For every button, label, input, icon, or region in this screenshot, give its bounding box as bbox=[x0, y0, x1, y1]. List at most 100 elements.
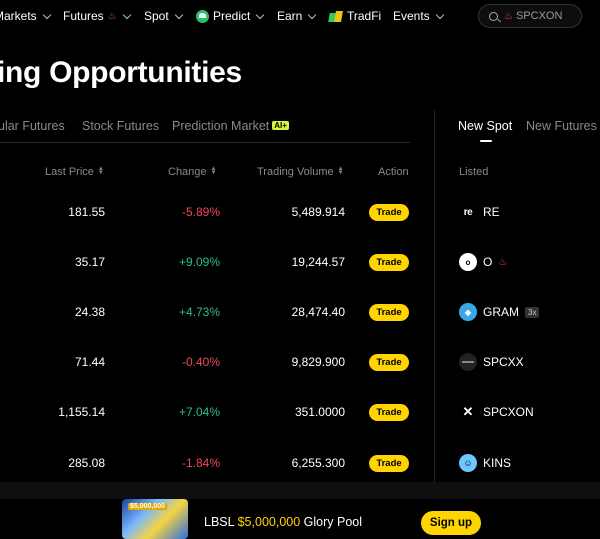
tab-prediction-market[interactable]: Prediction Market AI+ bbox=[172, 119, 289, 133]
list-item[interactable]: re RE bbox=[459, 203, 500, 221]
nav-events-label: Events bbox=[393, 9, 430, 23]
trading-volume: 6,255.300 bbox=[291, 456, 345, 470]
header-last-price[interactable]: Last Price ▲ ▼ bbox=[45, 166, 104, 178]
gram-logo-icon: ◆ bbox=[459, 303, 477, 321]
fire-icon: ♨ bbox=[504, 10, 513, 22]
header-last-price-label: Last Price bbox=[45, 166, 94, 178]
chevron-down-icon bbox=[174, 10, 183, 19]
o-logo-icon: o bbox=[459, 253, 477, 271]
kins-logo-icon: ☺ bbox=[459, 454, 477, 472]
header-trading-volume[interactable]: Trading Volume ▲ ▼ bbox=[257, 166, 344, 178]
nav-futures[interactable]: Futures ♨ bbox=[63, 9, 131, 23]
nav-earn[interactable]: Earn bbox=[277, 9, 317, 23]
last-price: 35.17 bbox=[74, 255, 105, 269]
coin-symbol: GRAM bbox=[483, 305, 519, 319]
sort-icon: ▲ ▼ bbox=[210, 166, 217, 176]
trading-volume: 5,489.914 bbox=[291, 205, 345, 219]
coin-symbol: RE bbox=[483, 205, 500, 219]
last-price: 285.08 bbox=[68, 456, 105, 470]
sign-up-button[interactable]: Sign up bbox=[421, 511, 481, 535]
predict-icon bbox=[196, 9, 209, 23]
header-change-label: Change bbox=[168, 166, 207, 178]
change-value: +4.73% bbox=[178, 305, 220, 319]
change-value: -1.84% bbox=[181, 456, 220, 470]
list-item[interactable]: ✕ SPCXON bbox=[459, 403, 534, 421]
header-trading-volume-label: Trading Volume bbox=[257, 166, 334, 178]
nav-markets[interactable]: Markets bbox=[0, 9, 51, 23]
coin-symbol: SPCXX bbox=[483, 355, 524, 369]
nav-tradfi[interactable]: TradFi bbox=[329, 9, 381, 23]
header-change[interactable]: Change ▲ ▼ bbox=[168, 166, 217, 178]
chevron-down-icon bbox=[435, 10, 444, 19]
nav-predict[interactable]: Predict bbox=[196, 9, 265, 23]
tab-new-futures[interactable]: New Futures bbox=[526, 119, 597, 133]
chevron-down-icon bbox=[122, 10, 131, 19]
trade-button[interactable]: Trade bbox=[369, 354, 409, 371]
trade-button[interactable]: Trade bbox=[369, 204, 409, 221]
section-separator bbox=[0, 482, 600, 499]
trade-button[interactable]: Trade bbox=[369, 455, 409, 472]
tab-new-spot[interactable]: New Spot bbox=[458, 119, 512, 133]
header-action: Action bbox=[378, 166, 409, 178]
trade-button[interactable]: Trade bbox=[369, 304, 409, 321]
sort-icon: ▲ ▼ bbox=[337, 166, 344, 176]
change-value: -5.89% bbox=[181, 205, 220, 219]
tab-stock-futures[interactable]: Stock Futures bbox=[82, 119, 159, 133]
trading-volume: 28,474.40 bbox=[291, 305, 345, 319]
sort-icon: ▲ ▼ bbox=[97, 166, 104, 176]
chevron-down-icon bbox=[42, 10, 51, 19]
ai-badge: AI+ bbox=[272, 121, 289, 130]
coin-symbol: SPCXON bbox=[483, 405, 534, 419]
change-value: +7.04% bbox=[178, 405, 220, 419]
change-value: -0.40% bbox=[181, 355, 220, 369]
page-title: ing Opportunities bbox=[0, 56, 242, 89]
leverage-badge: 3x bbox=[525, 306, 540, 318]
nav-markets-label: Markets bbox=[0, 9, 37, 23]
chevron-down-icon bbox=[308, 10, 317, 19]
nav-tradfi-label: TradFi bbox=[347, 9, 382, 23]
nav-events[interactable]: Events bbox=[393, 9, 444, 23]
trade-button[interactable]: Trade bbox=[369, 254, 409, 271]
search-input[interactable]: ♨ SPCXON bbox=[478, 4, 582, 28]
nav-spot-label: Spot bbox=[144, 9, 169, 23]
tab-prediction-market-label: Prediction Market bbox=[172, 119, 270, 133]
nav-futures-label: Futures bbox=[63, 9, 104, 23]
panel-divider bbox=[434, 110, 435, 482]
list-item[interactable]: ◆ GRAM 3x bbox=[459, 303, 540, 321]
last-price: 181.55 bbox=[68, 205, 105, 219]
trade-button[interactable]: Trade bbox=[369, 404, 409, 421]
tradfi-icon bbox=[329, 11, 343, 22]
promo-amount: $5,000,000 bbox=[237, 515, 301, 529]
nav-spot[interactable]: Spot bbox=[144, 9, 183, 23]
nav-earn-label: Earn bbox=[277, 9, 303, 23]
x-logo-icon: ✕ bbox=[459, 403, 477, 421]
last-price: 1,155.14 bbox=[58, 405, 105, 419]
list-item[interactable]: o O ♨ bbox=[459, 253, 507, 271]
fire-icon: ♨ bbox=[107, 10, 117, 22]
trading-volume: 9,829.900 bbox=[291, 355, 345, 369]
spcxx-logo-icon bbox=[459, 353, 477, 371]
trading-volume: 351.0000 bbox=[294, 405, 345, 419]
search-value: SPCXON bbox=[515, 10, 563, 22]
promo-image-label: $5,000,000 bbox=[128, 503, 168, 510]
promo-suffix: Glory Pool bbox=[303, 515, 363, 529]
top-navigation: Markets Futures ♨ Spot Predict Earn Trad… bbox=[0, 0, 600, 32]
re-logo-icon: re bbox=[459, 203, 477, 221]
promo-image[interactable]: $5,000,000 bbox=[122, 499, 188, 539]
tab-popular-futures[interactable]: ular Futures bbox=[0, 119, 65, 133]
change-value: +9.09% bbox=[178, 255, 220, 269]
list-item[interactable]: SPCXX bbox=[459, 353, 524, 371]
last-price: 24.38 bbox=[74, 305, 105, 319]
search-icon bbox=[489, 11, 498, 21]
coin-symbol: KINS bbox=[483, 456, 512, 470]
promo-name: LBSL bbox=[204, 515, 235, 529]
header-listed: Listed bbox=[459, 166, 489, 178]
coin-symbol: O bbox=[483, 255, 493, 269]
fire-icon: ♨ bbox=[498, 256, 508, 268]
active-tab-indicator bbox=[480, 140, 492, 142]
trading-volume: 19,244.57 bbox=[291, 255, 345, 269]
chevron-down-icon bbox=[256, 10, 265, 19]
list-item[interactable]: ☺ KINS bbox=[459, 454, 511, 472]
nav-predict-label: Predict bbox=[213, 9, 251, 23]
tabs-divider bbox=[0, 142, 410, 143]
